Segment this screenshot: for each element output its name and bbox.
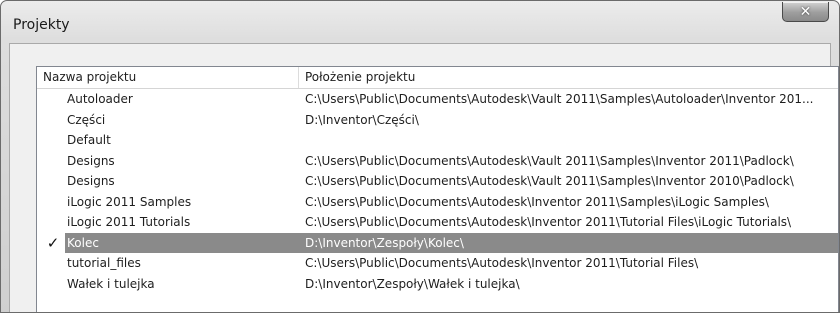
project-path: D:\Inventor\Części\	[305, 112, 419, 127]
project-name: Części	[67, 112, 106, 127]
project-name: Autoloader	[67, 92, 133, 106]
project-name: Designs	[67, 153, 115, 168]
column-header-name[interactable]: Nazwa projektu	[37, 67, 299, 88]
projects-list[interactable]: Nazwa projektu Położenie projektu Autolo…	[36, 66, 839, 312]
project-name: Kolec	[67, 235, 99, 250]
list-body: Autoloader C:\Users\Public\Documents\Aut…	[37, 89, 838, 294]
list-header: Nazwa projektu Położenie projektu	[37, 67, 838, 89]
project-row[interactable]: Designs C:\Users\Public\Documents\Autode…	[37, 171, 838, 192]
project-name: iLogic 2011 Tutorials	[67, 215, 191, 229]
window-title: Projekty	[13, 17, 70, 33]
project-path: C:\Users\Public\Documents\Autodesk\Inven…	[305, 194, 769, 209]
project-name: Default	[67, 133, 111, 147]
title-bar[interactable]: Projekty ✕	[1, 1, 839, 43]
project-row-active[interactable]: ✓ Kolec D:\Inventor\Zespoły\Kolec\	[37, 232, 838, 253]
project-name: Wałek i tulejka	[67, 276, 155, 291]
project-row[interactable]: Wałek i tulejka D:\Inventor\Zespoły\Wałe…	[37, 274, 838, 295]
checkmark-icon: ✓	[46, 233, 60, 252]
project-path: C:\Users\Public\Documents\Autodesk\Inven…	[305, 256, 699, 270]
dialog-content: Nazwa projektu Położenie projektu Autolo…	[9, 43, 839, 312]
close-button[interactable]: ✕	[782, 2, 829, 22]
project-path: D:\Inventor\Zespoły\Kolec\	[305, 235, 464, 250]
project-path: D:\Inventor\Zespoły\Wałek i tulejka\	[305, 276, 520, 291]
project-name: iLogic 2011 Samples	[67, 194, 192, 209]
close-icon: ✕	[799, 3, 812, 20]
project-path: C:\Users\Public\Documents\Autodesk\Vault…	[305, 153, 794, 168]
project-name: Designs	[67, 174, 115, 188]
project-name: tutorial_files	[67, 256, 141, 270]
project-row[interactable]: Designs C:\Users\Public\Documents\Autode…	[37, 151, 838, 172]
project-path: C:\Users\Public\Documents\Autodesk\Vault…	[305, 92, 814, 106]
project-row[interactable]: iLogic 2011 Tutorials C:\Users\Public\Do…	[37, 212, 838, 233]
project-row[interactable]: iLogic 2011 Samples C:\Users\Public\Docu…	[37, 192, 838, 213]
project-row[interactable]: Części D:\Inventor\Części\	[37, 110, 838, 131]
project-row[interactable]: tutorial_files C:\Users\Public\Documents…	[37, 253, 838, 274]
project-path: C:\Users\Public\Documents\Autodesk\Vault…	[305, 174, 794, 188]
column-header-location[interactable]: Położenie projektu	[299, 67, 838, 88]
project-path: C:\Users\Public\Documents\Autodesk\Inven…	[305, 215, 792, 229]
project-row[interactable]: Default	[37, 130, 838, 151]
project-row[interactable]: Autoloader C:\Users\Public\Documents\Aut…	[37, 89, 838, 110]
projects-dialog: Projekty ✕ Nazwa projektu Położenie proj…	[0, 0, 840, 313]
